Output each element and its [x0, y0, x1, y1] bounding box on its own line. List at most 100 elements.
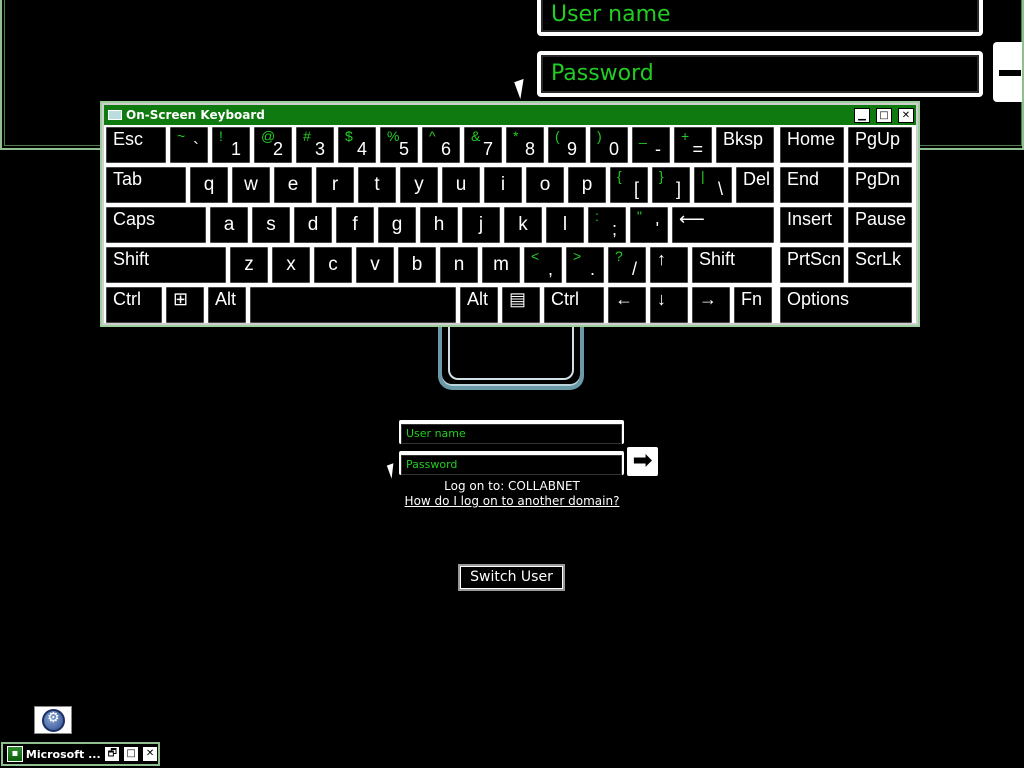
key-shift-label: |	[701, 168, 705, 184]
other-domain-link[interactable]: How do I log on to another domain?	[0, 494, 1024, 508]
key-4[interactable]: $4	[338, 127, 376, 163]
key-n[interactable]: n	[440, 247, 478, 283]
key-end[interactable]: End	[780, 167, 844, 203]
osk-minimize-button[interactable]: ▁	[854, 107, 870, 123]
key-backslash[interactable]: | \	[694, 167, 732, 203]
key-7[interactable]: & 7	[464, 127, 502, 163]
key-3[interactable]: #3	[296, 127, 334, 163]
key-tab[interactable]: Tab	[106, 167, 186, 203]
key-1[interactable]: ! 1	[212, 127, 250, 163]
key-quote[interactable]: " '	[630, 207, 668, 243]
key-d[interactable]: d	[294, 207, 332, 243]
key-down-arrow[interactable]: ↓	[650, 287, 688, 323]
key-right-bracket[interactable]: }]	[652, 167, 690, 203]
key-u[interactable]: u	[442, 167, 480, 203]
key-v[interactable]: v	[356, 247, 394, 283]
key-options[interactable]: Options	[780, 287, 912, 323]
key-z[interactable]: z	[230, 247, 268, 283]
key-left-arrow[interactable]: ←	[608, 287, 646, 323]
magnified-password-text: Password	[541, 55, 979, 93]
key-t[interactable]: t	[358, 167, 396, 203]
key-o[interactable]: o	[526, 167, 564, 203]
key-period[interactable]: >.	[566, 247, 604, 283]
key-menu[interactable]: ▤	[502, 287, 540, 323]
key-e[interactable]: e	[274, 167, 312, 203]
key-slash[interactable]: ? /	[608, 247, 646, 283]
keyboard-icon	[108, 110, 122, 120]
username-field-frame	[399, 420, 624, 444]
ease-of-access-button[interactable]	[34, 706, 72, 734]
key-a[interactable]: a	[210, 207, 248, 243]
key-pgup[interactable]: PgUp	[848, 127, 912, 163]
key-scrlk[interactable]: ScrLk	[848, 247, 912, 283]
key-b[interactable]: b	[398, 247, 436, 283]
key-esc[interactable]: Esc	[106, 127, 166, 163]
osk-close-button[interactable]: ✕	[898, 107, 914, 123]
key-prtscn[interactable]: PrtScn	[780, 247, 844, 283]
key-p[interactable]: p	[568, 167, 606, 203]
key-windows[interactable]: ⊞	[166, 287, 204, 323]
key-shift-label: <	[531, 248, 540, 264]
key-equals[interactable]: + =	[674, 127, 712, 163]
key-q[interactable]: q	[190, 167, 228, 203]
key-comma[interactable]: <,	[524, 247, 562, 283]
password-input[interactable]	[401, 454, 622, 475]
key-r[interactable]: r	[316, 167, 354, 203]
key-ctrl[interactable]: Ctrl	[106, 287, 162, 323]
key-space[interactable]	[250, 287, 456, 323]
key-backtick[interactable]: ~ `	[170, 127, 208, 163]
maximize-button[interactable]: □	[123, 746, 140, 762]
osk-titlebar[interactable]: On-Screen Keyboard ▁ □ ✕	[104, 105, 916, 125]
key-g[interactable]: g	[378, 207, 416, 243]
key-l[interactable]: l	[546, 207, 584, 243]
switch-user-button[interactable]: Switch User	[458, 564, 565, 591]
key-c[interactable]: c	[314, 247, 352, 283]
key-bksp[interactable]: Bksp	[716, 127, 774, 163]
osk-maximize-button[interactable]: □	[876, 107, 892, 123]
go-arrow-button[interactable]: ➡	[627, 447, 658, 476]
key-j[interactable]: j	[462, 207, 500, 243]
minimized-window[interactable]: ▪ Microsoft ... 🗗 □ ✕	[1, 742, 160, 766]
key-0[interactable]: ) 0	[590, 127, 628, 163]
key-right-arrow[interactable]: →	[692, 287, 730, 323]
password-field-frame	[399, 451, 624, 475]
key-del[interactable]: Del	[736, 167, 774, 203]
key-pause[interactable]: Pause	[848, 207, 912, 243]
key-5[interactable]: % 5	[380, 127, 418, 163]
close-button[interactable]: ✕	[142, 746, 158, 762]
key-minus[interactable]: _ -	[632, 127, 670, 163]
key-up-arrow[interactable]: ↑	[650, 247, 688, 283]
key-2[interactable]: @2	[254, 127, 292, 163]
key-ctrl[interactable]: Ctrl	[544, 287, 604, 323]
key-pgdn[interactable]: PgDn	[848, 167, 912, 203]
key-home[interactable]: Home	[780, 127, 844, 163]
key-caps[interactable]: Caps	[106, 207, 206, 243]
key-label: ↑	[657, 249, 666, 269]
key-x[interactable]: x	[272, 247, 310, 283]
key-w[interactable]: w	[232, 167, 270, 203]
user-tile[interactable]	[438, 318, 584, 390]
key-shift[interactable]: Shift	[692, 247, 772, 283]
key-i[interactable]: i	[484, 167, 522, 203]
key-y[interactable]: y	[400, 167, 438, 203]
key-h[interactable]: h	[420, 207, 458, 243]
username-input[interactable]	[401, 423, 622, 444]
key-f[interactable]: f	[336, 207, 374, 243]
key-6[interactable]: ^ 6	[422, 127, 460, 163]
key-alt[interactable]: Alt	[208, 287, 246, 323]
key-fn[interactable]: Fn	[734, 287, 772, 323]
restore-button[interactable]: 🗗	[104, 746, 121, 762]
key-8[interactable]: * 8	[506, 127, 544, 163]
key-shift[interactable]: Shift	[106, 247, 226, 283]
key-insert[interactable]: Insert	[780, 207, 844, 243]
key-k[interactable]: k	[504, 207, 542, 243]
key-label: Bksp	[723, 129, 764, 149]
key-m[interactable]: m	[482, 247, 520, 283]
key-s[interactable]: s	[252, 207, 290, 243]
key-base-label: \	[717, 179, 723, 199]
key-left-bracket[interactable]: {[	[610, 167, 648, 203]
key-alt[interactable]: Alt	[460, 287, 498, 323]
key-semicolon[interactable]: :;	[588, 207, 626, 243]
key-9[interactable]: (9	[548, 127, 586, 163]
key-enter[interactable]: ⟵	[672, 207, 774, 243]
